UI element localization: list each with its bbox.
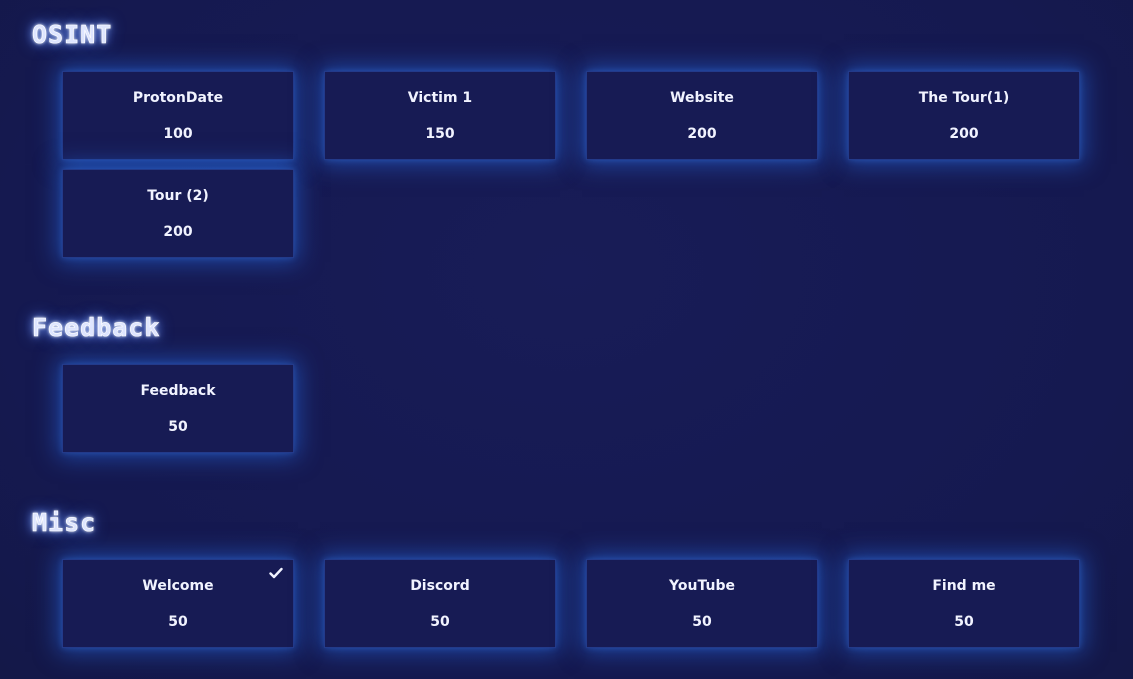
challenge-card-protondate[interactable]: ProtonDate 100 — [62, 71, 294, 160]
challenge-board: OSINT ProtonDate 100 Victim 1 150 Websit… — [0, 0, 1133, 679]
challenge-points: 50 — [692, 614, 712, 630]
challenge-name: YouTube — [669, 578, 735, 594]
challenge-card-youtube[interactable]: YouTube 50 — [586, 559, 818, 648]
challenge-card-website[interactable]: Website 200 — [586, 71, 818, 160]
challenge-name: ProtonDate — [132, 90, 224, 106]
challenge-name: Welcome — [142, 578, 214, 594]
challenge-card-welcome[interactable]: Welcome 50 — [62, 559, 294, 648]
challenge-card-feedback[interactable]: Feedback 50 — [62, 364, 294, 453]
challenge-points: 150 — [425, 126, 455, 142]
challenge-name: The Tour(1) — [918, 90, 1010, 106]
challenge-points: 50 — [168, 419, 188, 435]
challenge-card-find-me[interactable]: Find me 50 — [848, 559, 1080, 648]
category-grid-misc: Welcome 50 Discord 50 YouTube 50 Find me… — [62, 559, 1080, 648]
challenge-points: 200 — [163, 224, 193, 240]
category-grid-osint: ProtonDate 100 Victim 1 150 Website 200 … — [62, 71, 1080, 258]
checkmark-icon — [269, 567, 283, 579]
category-grid-feedback: Feedback 50 — [62, 364, 1080, 453]
challenge-name: Feedback — [140, 383, 216, 399]
challenge-points: 100 — [163, 126, 193, 142]
category-title-misc: Misc — [32, 508, 97, 538]
category-title-feedback: Feedback — [32, 313, 161, 343]
challenge-points: 200 — [687, 126, 717, 142]
challenge-points: 200 — [949, 126, 979, 142]
challenge-points: 50 — [954, 614, 974, 630]
challenge-name: Website — [670, 90, 734, 106]
challenge-name: Tour (2) — [147, 188, 209, 204]
challenge-card-tour-2[interactable]: Tour (2) 200 — [62, 169, 294, 258]
challenge-points: 50 — [168, 614, 188, 630]
challenge-name: Victim 1 — [407, 90, 473, 106]
challenge-card-the-tour-1[interactable]: The Tour(1) 200 — [848, 71, 1080, 160]
challenge-name: Find me — [932, 578, 996, 594]
challenge-card-victim-1[interactable]: Victim 1 150 — [324, 71, 556, 160]
challenge-points: 50 — [430, 614, 450, 630]
challenge-card-discord[interactable]: Discord 50 — [324, 559, 556, 648]
challenge-name: Discord — [410, 578, 470, 594]
category-title-osint: OSINT — [32, 20, 113, 50]
